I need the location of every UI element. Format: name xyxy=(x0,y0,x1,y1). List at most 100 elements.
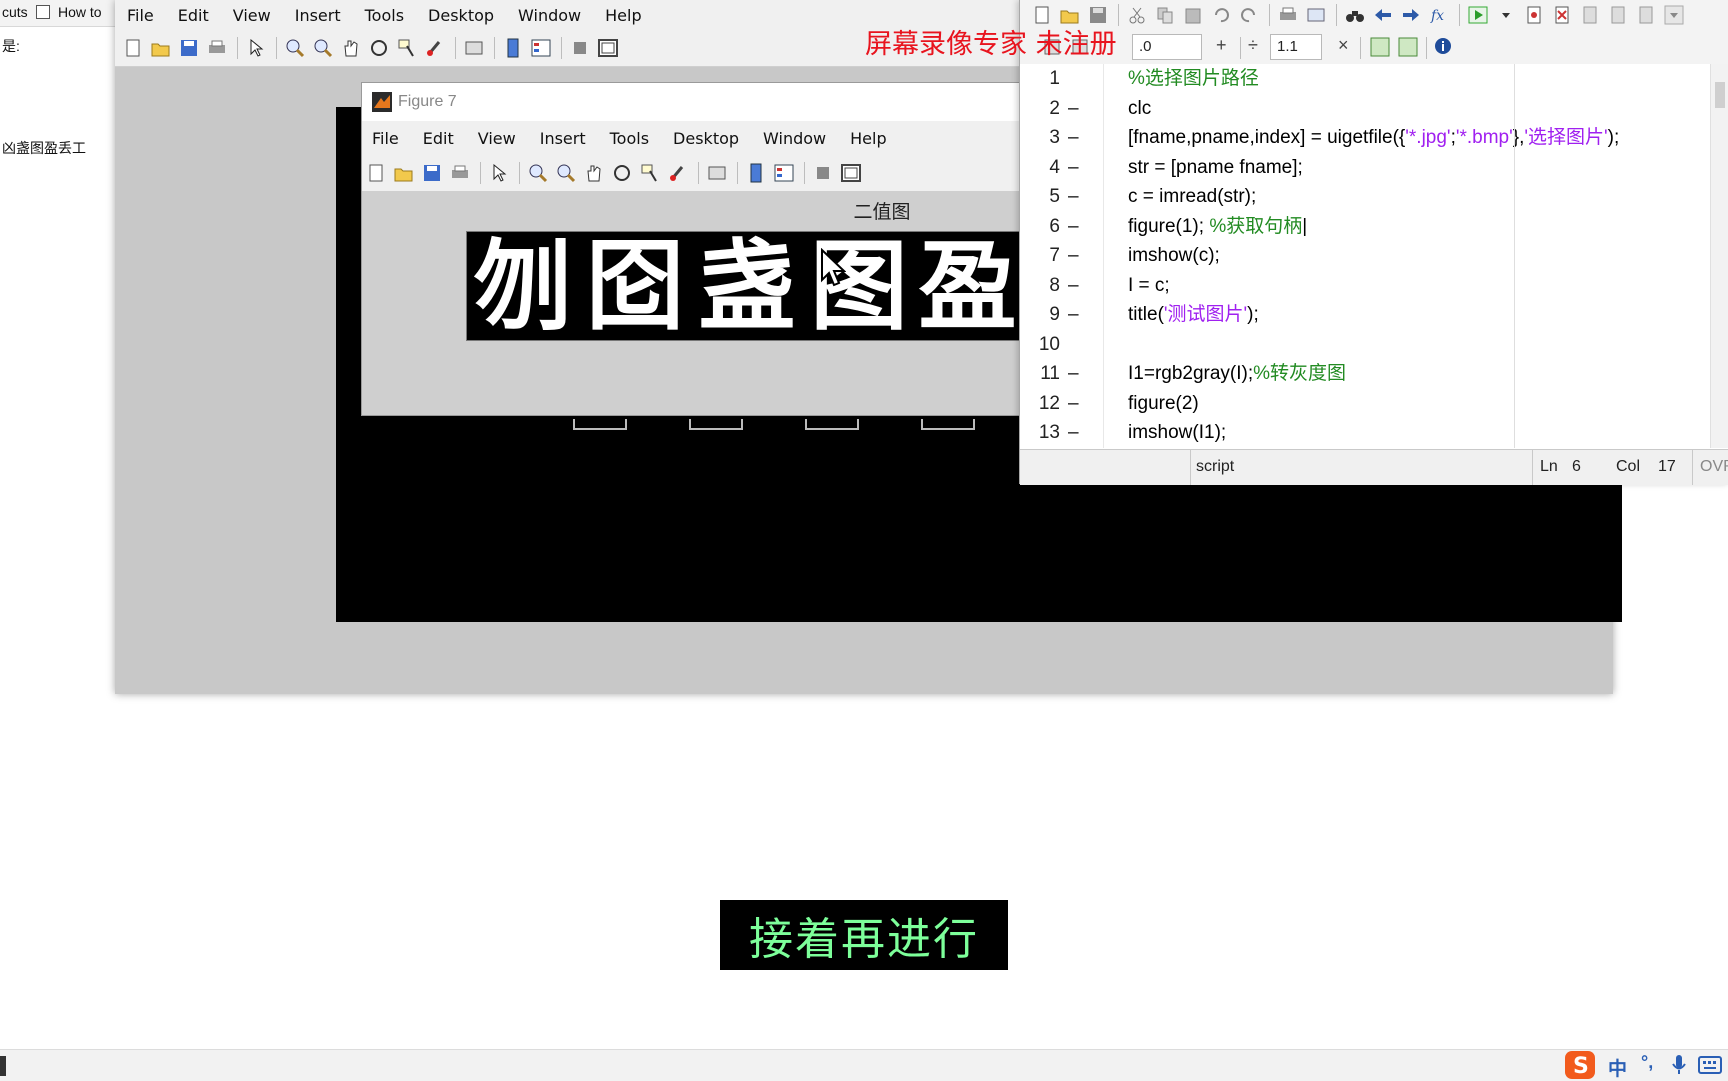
step-icon[interactable] xyxy=(1580,5,1600,25)
function-fx-icon[interactable]: fx xyxy=(1429,5,1449,25)
data-cursor-icon[interactable] xyxy=(640,163,660,183)
colorbar-icon[interactable] xyxy=(503,38,523,58)
rotate-3d-icon[interactable] xyxy=(369,38,389,58)
save-icon[interactable] xyxy=(422,163,442,183)
back-arrow-icon[interactable] xyxy=(1373,5,1393,25)
keyboard-icon[interactable] xyxy=(1698,1056,1722,1079)
legend-icon[interactable] xyxy=(531,38,551,58)
code-line[interactable]: 5– c = imread(str); xyxy=(1020,182,1710,212)
code-line[interactable]: 10 xyxy=(1020,330,1710,360)
ime-language-indicator[interactable]: 中 xyxy=(1608,1054,1627,1081)
menu-help[interactable]: Help xyxy=(850,129,886,148)
open-file-icon[interactable] xyxy=(151,38,171,58)
zoom-in-icon[interactable] xyxy=(528,163,548,183)
breakpoint-marker[interactable]: – xyxy=(1068,153,1084,183)
bookmark-how-to[interactable]: How to xyxy=(58,4,102,20)
breakpoint-marker[interactable]: – xyxy=(1068,241,1084,271)
step-in-icon[interactable] xyxy=(1608,5,1628,25)
microphone-icon[interactable] xyxy=(1670,1054,1688,1081)
breakpoint-marker[interactable]: – xyxy=(1068,271,1084,301)
brush-icon[interactable] xyxy=(425,38,445,58)
evaluate-cell-icon[interactable] xyxy=(1370,37,1390,57)
vertical-scrollbar[interactable] xyxy=(1710,64,1728,448)
print-icon[interactable] xyxy=(207,38,227,58)
breakpoint-marker[interactable]: – xyxy=(1068,182,1084,212)
undo-icon[interactable] xyxy=(1211,5,1231,25)
legend-icon[interactable] xyxy=(774,163,794,183)
matlab-editor-window[interactable]: fx .0 + ÷ 1.1 × 1 %选择图片路径 2– clc 3– [fname,pn… xyxy=(1019,0,1728,485)
code-line[interactable]: 13– imshow(I1); xyxy=(1020,418,1710,448)
menu-edit[interactable]: Edit xyxy=(423,129,454,148)
hide-plot-tools-icon[interactable] xyxy=(570,38,590,58)
menu-insert[interactable]: Insert xyxy=(295,6,341,25)
scrollbar-thumb[interactable] xyxy=(1715,82,1725,108)
save-icon[interactable] xyxy=(179,38,199,58)
evaluate-advance-icon[interactable] xyxy=(1398,37,1418,57)
rotate-3d-icon[interactable] xyxy=(612,163,632,183)
data-cursor-icon[interactable] xyxy=(397,38,417,58)
new-figure-icon[interactable] xyxy=(366,163,386,183)
run-dropdown-icon[interactable] xyxy=(1496,5,1516,25)
run-icon[interactable] xyxy=(1468,5,1488,25)
times-button[interactable]: × xyxy=(1338,35,1349,56)
breakpoint-marker[interactable]: – xyxy=(1068,212,1084,242)
pan-hand-icon[interactable] xyxy=(341,38,361,58)
code-line[interactable]: 6– figure(1); %获取句柄| xyxy=(1020,212,1710,242)
cut-icon[interactable] xyxy=(1127,5,1147,25)
menu-tools[interactable]: Tools xyxy=(610,129,649,148)
breakpoint-marker[interactable]: – xyxy=(1068,418,1084,448)
show-plot-tools-icon[interactable] xyxy=(598,38,618,58)
menu-desktop[interactable]: Desktop xyxy=(428,6,494,25)
step-out-icon[interactable] xyxy=(1636,5,1656,25)
menu-tools[interactable]: Tools xyxy=(365,6,404,25)
publish-icon[interactable] xyxy=(1306,5,1326,25)
pan-hand-icon[interactable] xyxy=(584,163,604,183)
ime-punctuation-indicator[interactable]: °, xyxy=(1641,1052,1653,1073)
code-line[interactable]: 1 %选择图片路径 xyxy=(1020,64,1710,94)
zoom-in-icon[interactable] xyxy=(285,38,305,58)
breakpoint-clear-icon[interactable] xyxy=(1552,5,1572,25)
zoom-out-icon[interactable] xyxy=(313,38,333,58)
pointer-icon[interactable] xyxy=(246,38,266,58)
breakpoint-marker[interactable]: – xyxy=(1068,359,1084,389)
plus-button[interactable]: + xyxy=(1216,35,1227,56)
code-line[interactable]: 11– I1=rgb2gray(I);%转灰度图 xyxy=(1020,359,1710,389)
menu-help[interactable]: Help xyxy=(605,6,641,25)
menu-insert[interactable]: Insert xyxy=(540,129,586,148)
figure-7-titlebar[interactable]: Figure 7 xyxy=(362,83,1022,121)
open-file-icon[interactable] xyxy=(394,163,414,183)
menu-view[interactable]: View xyxy=(478,129,516,148)
zoom-out-icon[interactable] xyxy=(556,163,576,183)
bookmark-cuts[interactable]: cuts xyxy=(2,4,28,20)
code-line[interactable]: 9– title('测试图片'); xyxy=(1020,300,1710,330)
link-plot-icon[interactable] xyxy=(707,163,727,183)
menu-edit[interactable]: Edit xyxy=(178,6,209,25)
find-binoculars-icon[interactable] xyxy=(1345,5,1365,25)
breakpoint-set-icon[interactable] xyxy=(1524,5,1544,25)
copy-icon[interactable] xyxy=(1155,5,1175,25)
code-line[interactable]: 4– str = [pname fname]; xyxy=(1020,153,1710,183)
taskbar-edge-item[interactable] xyxy=(0,1056,6,1076)
info-icon[interactable] xyxy=(1434,37,1454,57)
colorbar-icon[interactable] xyxy=(746,163,766,183)
breakpoint-marker[interactable]: – xyxy=(1068,123,1084,153)
menu-file[interactable]: File xyxy=(372,129,399,148)
breakpoint-marker[interactable]: – xyxy=(1068,94,1084,124)
breakpoint-marker[interactable]: – xyxy=(1068,300,1084,330)
divide-button[interactable]: ÷ xyxy=(1248,35,1258,56)
decrement-value-field[interactable]: .0 xyxy=(1132,34,1202,60)
code-line[interactable]: 7– imshow(c); xyxy=(1020,241,1710,271)
toolbar-overflow-icon[interactable] xyxy=(1664,5,1684,25)
print-icon[interactable] xyxy=(450,163,470,183)
menu-file[interactable]: File xyxy=(127,6,154,25)
forward-arrow-icon[interactable] xyxy=(1401,5,1421,25)
menu-desktop[interactable]: Desktop xyxy=(673,129,739,148)
sogou-ime-icon[interactable]: S xyxy=(1562,1050,1598,1080)
redo-icon[interactable] xyxy=(1239,5,1259,25)
breakpoint-marker[interactable]: – xyxy=(1068,389,1084,419)
code-area[interactable]: 1 %选择图片路径 2– clc 3– [fname,pname,index] = uig… xyxy=(1020,64,1710,448)
paste-icon[interactable] xyxy=(1183,5,1203,25)
code-line[interactable]: 2– clc xyxy=(1020,94,1710,124)
hide-plot-tools-icon[interactable] xyxy=(813,163,833,183)
new-figure-icon[interactable] xyxy=(123,38,143,58)
